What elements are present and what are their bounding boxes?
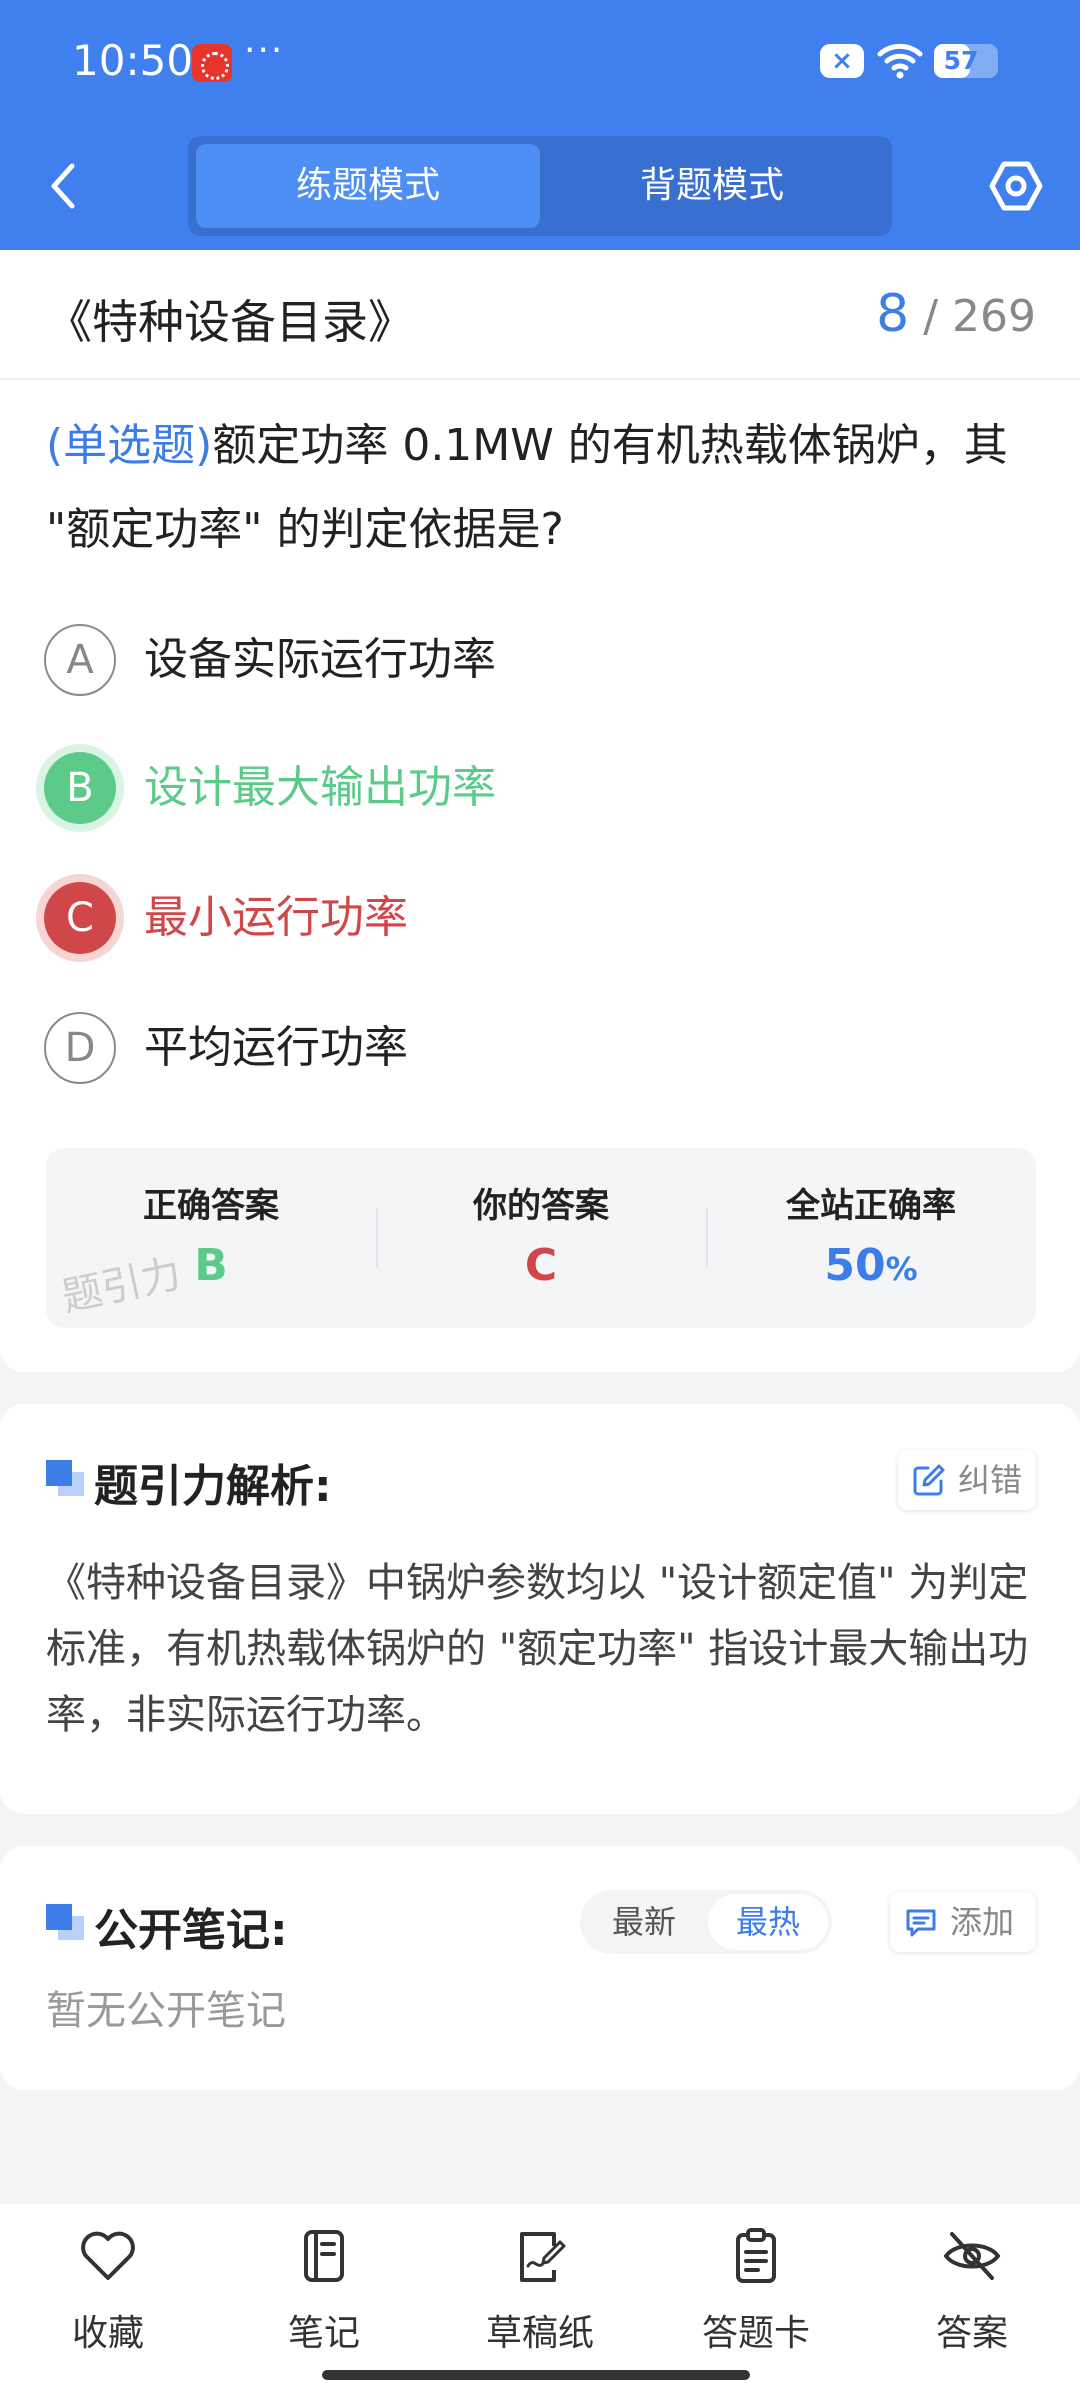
wifi-icon: [877, 43, 923, 79]
option-label: 设计最大输出功率: [144, 762, 496, 813]
option-c[interactable]: C 最小运行功率: [44, 882, 944, 958]
clipboard-icon: [736, 2228, 776, 2283]
notes-button[interactable]: 笔记: [234, 2222, 414, 2354]
tab-practice-mode[interactable]: 练题模式: [196, 144, 540, 228]
show-answer-label: 答案: [935, 2313, 1008, 2354]
total-questions: 269: [952, 291, 1036, 342]
option-letter: D: [44, 1012, 116, 1084]
option-b[interactable]: B 设计最大输出功率: [44, 752, 944, 828]
more-notifications-icon: ···: [244, 30, 285, 71]
home-indicator[interactable]: [322, 2370, 750, 2380]
site-accuracy-unit: %: [885, 1250, 918, 1288]
counter-separator: /: [909, 291, 953, 342]
analysis-text: 《特种设备目录》中锅炉参数均以 "设计额定值" 为判定标准，有机热载体锅炉的 "…: [46, 1560, 1029, 1738]
tab-memorize-mode[interactable]: 背题模式: [540, 144, 884, 228]
edit-icon: [913, 1464, 945, 1496]
subject-title: 《特种设备目录》: [46, 295, 414, 349]
notes-label: 笔记: [287, 2313, 360, 2354]
option-d[interactable]: D 平均运行功率: [44, 1012, 944, 1088]
your-answer-column: 你的答案 C: [376, 1148, 706, 1328]
analysis-title: 题引力解析:: [94, 1461, 332, 1512]
analysis-section-icon: [46, 1460, 84, 1496]
report-error-label: 纠错: [958, 1461, 1023, 1499]
option-a[interactable]: A 设备实际运行功率: [44, 624, 944, 700]
status-time: 10:50: [72, 36, 194, 85]
current-question-number: 8: [876, 284, 910, 344]
option-label: 平均运行功率: [144, 1022, 408, 1073]
favorite-button[interactable]: 收藏: [18, 2222, 198, 2354]
scratch-paper-button[interactable]: 草稿纸: [450, 2222, 630, 2354]
option-label: 设备实际运行功率: [144, 634, 496, 685]
site-accuracy-value: 50%: [706, 1240, 1036, 1291]
add-note-label: 添加: [950, 1903, 1015, 1941]
site-accuracy-number: 50: [824, 1240, 886, 1291]
sort-latest-button[interactable]: 最新: [584, 1894, 704, 1950]
mute-icon: ×: [820, 44, 864, 78]
option-letter: C: [44, 882, 116, 954]
option-letter: A: [44, 624, 116, 696]
divider: [0, 378, 1080, 380]
notes-title: 公开笔记:: [94, 1905, 288, 1956]
battery-icon: 57: [934, 44, 998, 78]
your-answer-value: C: [524, 1240, 558, 1291]
site-accuracy-label: 全站正确率: [786, 1186, 956, 1226]
notes-section-icon: [46, 1904, 84, 1940]
public-notes-card: [0, 1846, 1080, 2090]
notes-empty-text: 暂无公开笔记: [46, 1988, 286, 2034]
answer-sheet-button[interactable]: 答题卡: [666, 2222, 846, 2354]
battery-level: 57: [943, 46, 979, 75]
sort-hot-button[interactable]: 最热: [708, 1894, 828, 1950]
add-note-button[interactable]: 添加: [890, 1892, 1036, 1952]
question-text: (单选题)额定功率 0.1MW 的有机热载体锅炉，其 "额定功率" 的判定依据是…: [46, 404, 1036, 572]
scratch-paper-icon: [520, 2232, 566, 2282]
question-type: (单选题): [46, 420, 213, 471]
report-error-button[interactable]: 纠错: [898, 1450, 1036, 1510]
settings-icon[interactable]: [988, 158, 1044, 214]
answer-sheet-label: 答题卡: [701, 2313, 810, 2354]
app-notification-icon: [192, 44, 232, 82]
heart-icon: [81, 2231, 135, 2280]
notes-sort-toggle: 最新 最热: [580, 1890, 832, 1954]
eye-off-icon: [943, 2232, 1001, 2280]
answer-result-box: 正确答案 B 你的答案 C 全站正确率 50% 题引力: [46, 1148, 1036, 1328]
question-counter[interactable]: 8 / 269: [876, 284, 1036, 344]
favorite-label: 收藏: [71, 2313, 144, 2354]
comment-icon: [906, 1909, 936, 1937]
option-label: 最小运行功率: [144, 892, 408, 943]
your-answer-label: 你的答案: [473, 1186, 609, 1226]
mode-toggle: 练题模式 背题模式: [188, 136, 892, 236]
option-letter: B: [44, 752, 116, 824]
correct-answer-label: 正确答案: [143, 1186, 279, 1226]
scratch-paper-label: 草稿纸: [485, 2313, 594, 2354]
back-icon[interactable]: [40, 158, 88, 214]
show-answer-button[interactable]: 答案: [882, 2222, 1062, 2354]
notebook-icon: [304, 2230, 344, 2282]
site-accuracy-column: 全站正确率 50%: [706, 1148, 1036, 1328]
